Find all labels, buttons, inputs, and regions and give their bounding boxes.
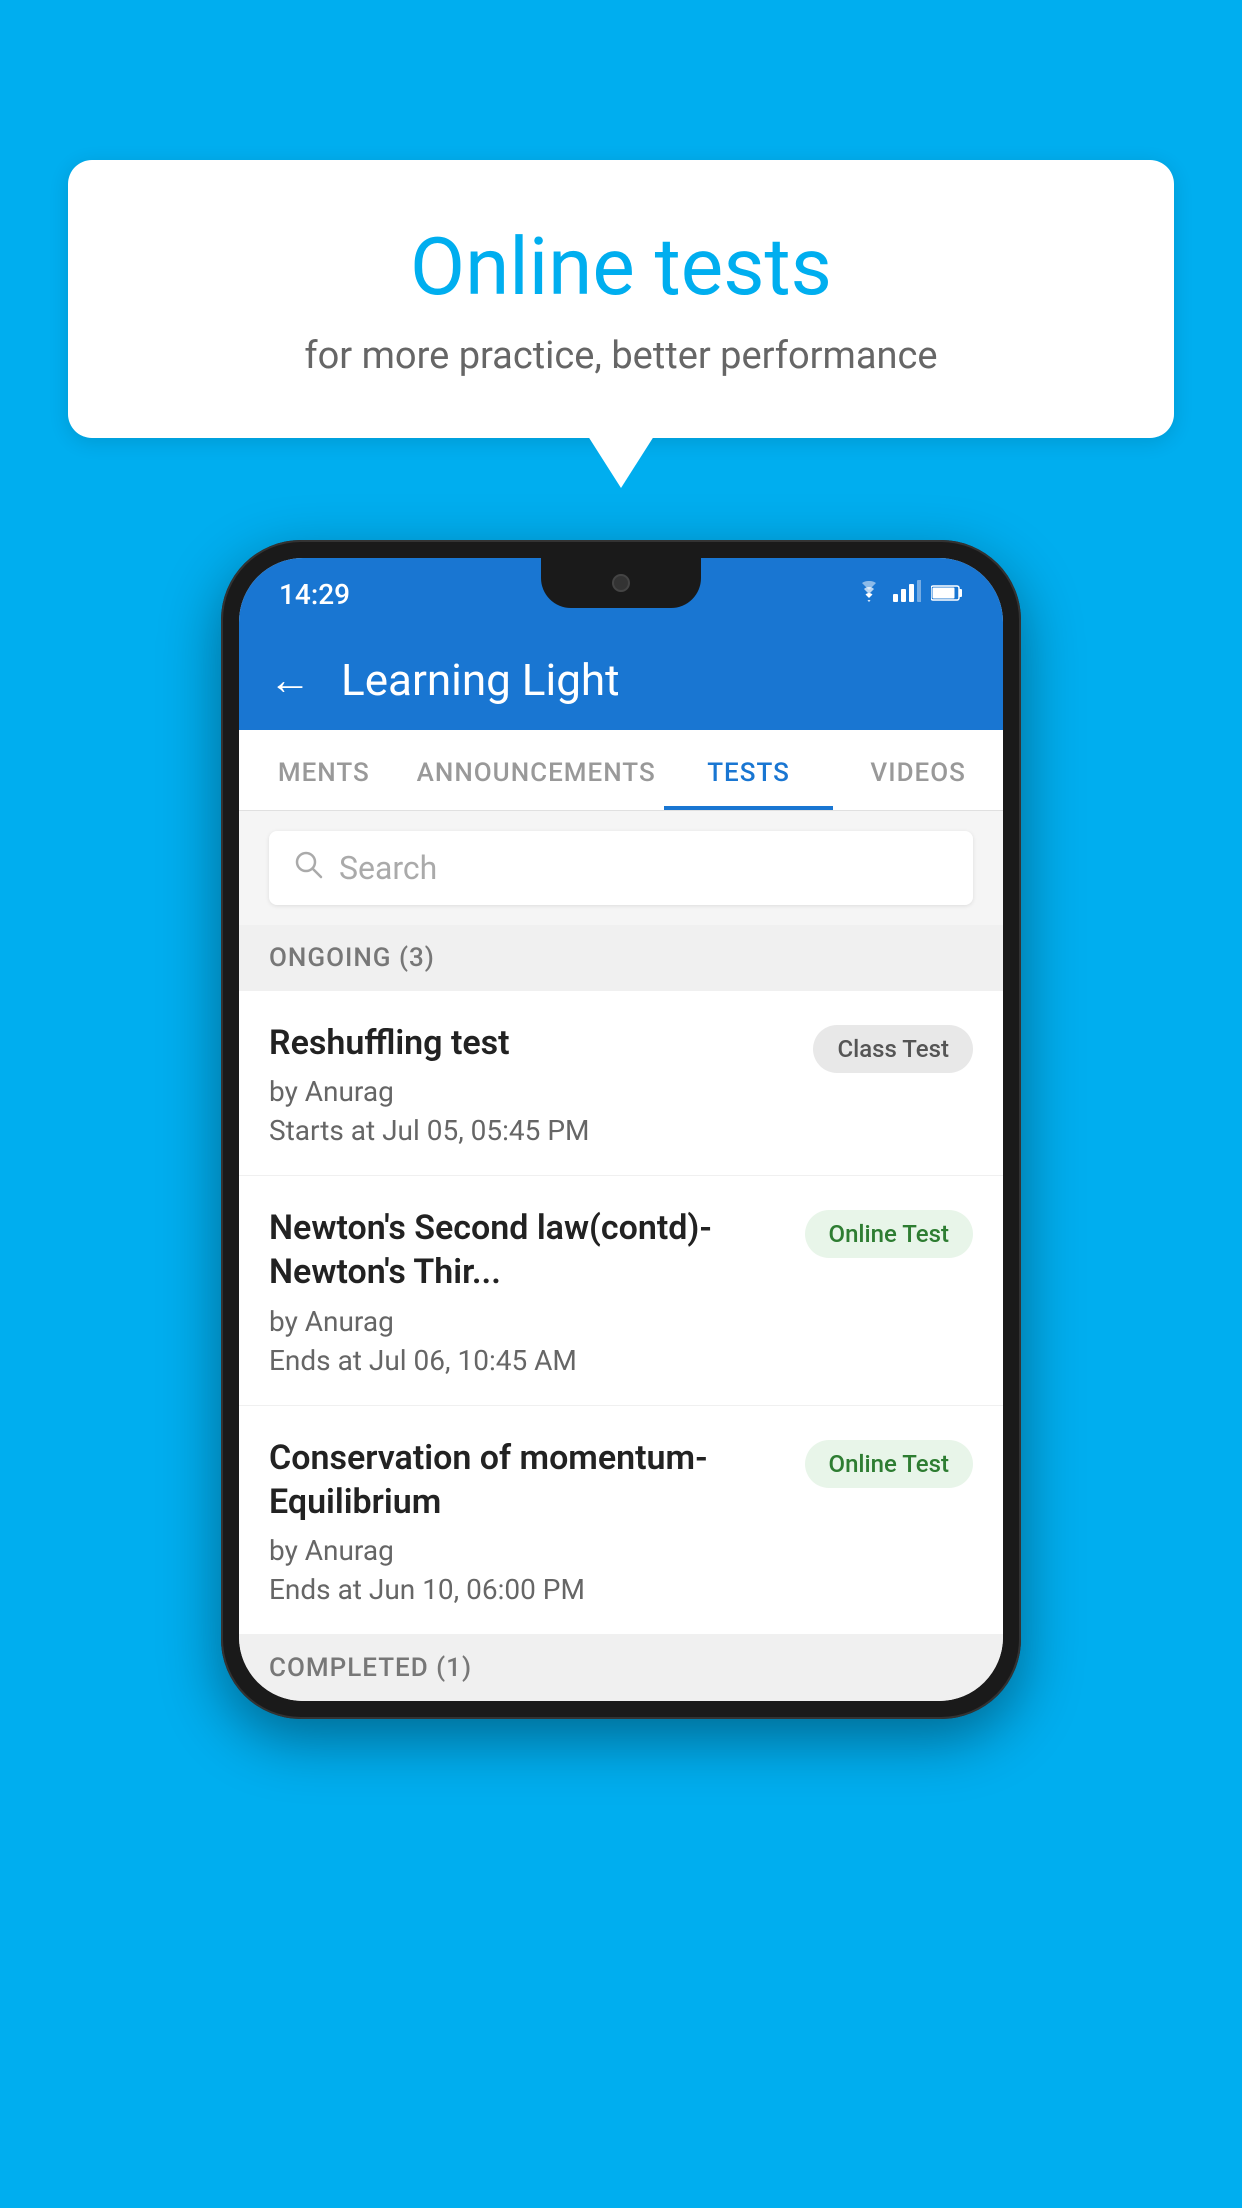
signal-icon	[893, 580, 921, 608]
test-badge-1: Class Test	[813, 1025, 973, 1073]
back-button[interactable]: ←	[269, 656, 311, 705]
test-badge-3: Online Test	[805, 1440, 973, 1488]
ongoing-section-header: ONGOING (3)	[239, 925, 1003, 991]
tabs-bar: MENTS ANNOUNCEMENTS TESTS VIDEOS	[239, 730, 1003, 811]
test-author-1: by Anurag	[269, 1075, 793, 1108]
notch	[541, 558, 701, 608]
bubble-subtitle: for more practice, better performance	[108, 334, 1134, 378]
tab-announcements[interactable]: ANNOUNCEMENTS	[409, 730, 664, 810]
speech-bubble: Online tests for more practice, better p…	[68, 160, 1174, 438]
search-input[interactable]: Search	[339, 849, 437, 887]
test-author-3: by Anurag	[269, 1534, 785, 1567]
test-title-2: Newton's Second law(contd)-Newton's Thir…	[269, 1206, 785, 1294]
tab-ments[interactable]: MENTS	[239, 730, 409, 810]
search-icon	[293, 849, 323, 887]
test-title-3: Conservation of momentum-Equilibrium	[269, 1436, 785, 1524]
test-date-3: Ends at Jun 10, 06:00 PM	[269, 1573, 785, 1606]
phone-frame-container: 14:29	[221, 540, 1021, 1719]
test-info-3: Conservation of momentum-Equilibrium by …	[269, 1436, 805, 1606]
app-bar-title: Learning Light	[341, 654, 620, 706]
camera-dot	[612, 574, 630, 592]
wifi-icon	[855, 580, 883, 608]
phone-screen: 14:29	[239, 558, 1003, 1701]
app-bar: ← Learning Light	[239, 630, 1003, 730]
test-item-2[interactable]: Newton's Second law(contd)-Newton's Thir…	[239, 1176, 1003, 1405]
status-time: 14:29	[279, 578, 350, 611]
battery-icon	[931, 580, 963, 608]
test-author-2: by Anurag	[269, 1305, 785, 1338]
test-item-1[interactable]: Reshuffling test by Anurag Starts at Jul…	[239, 991, 1003, 1176]
phone-frame: 14:29	[221, 540, 1021, 1719]
status-icons	[855, 580, 963, 608]
status-bar: 14:29	[239, 558, 1003, 630]
test-info-1: Reshuffling test by Anurag Starts at Jul…	[269, 1021, 813, 1147]
test-date-2: Ends at Jul 06, 10:45 AM	[269, 1344, 785, 1377]
search-bar: Search	[239, 811, 1003, 925]
completed-section-header: COMPLETED (1)	[239, 1635, 1003, 1701]
tab-videos[interactable]: VIDEOS	[833, 730, 1003, 810]
test-title-1: Reshuffling test	[269, 1021, 793, 1065]
bubble-title: Online tests	[108, 220, 1134, 314]
test-badge-2: Online Test	[805, 1210, 973, 1258]
search-input-wrap[interactable]: Search	[269, 831, 973, 905]
speech-bubble-container: Online tests for more practice, better p…	[68, 160, 1174, 438]
tab-tests[interactable]: TESTS	[664, 730, 834, 810]
test-item-3[interactable]: Conservation of momentum-Equilibrium by …	[239, 1406, 1003, 1635]
test-date-1: Starts at Jul 05, 05:45 PM	[269, 1114, 793, 1147]
test-info-2: Newton's Second law(contd)-Newton's Thir…	[269, 1206, 805, 1376]
